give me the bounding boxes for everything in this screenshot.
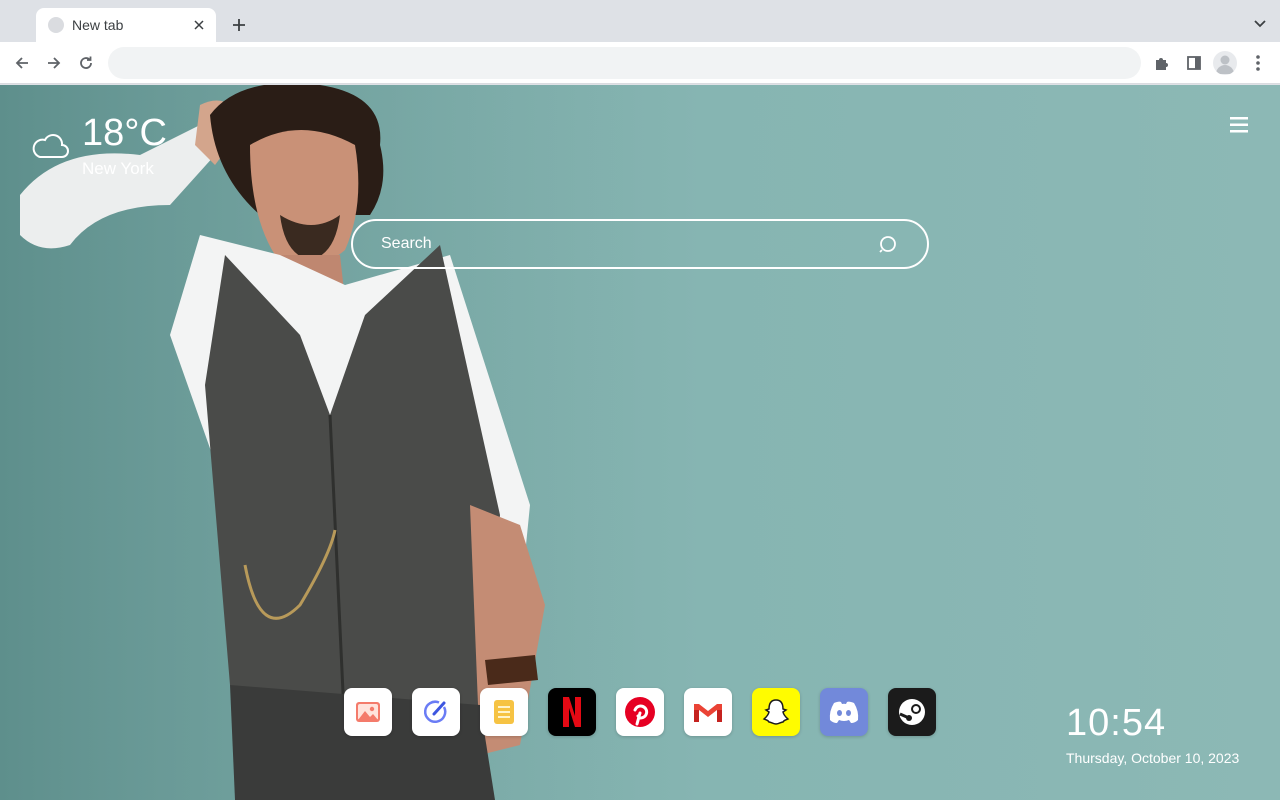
cloud-icon: [32, 134, 69, 158]
gmail-icon: [694, 704, 722, 722]
steam-app-button[interactable]: [888, 688, 936, 736]
back-arrow-icon[interactable]: [10, 51, 34, 75]
notes-icon: [494, 700, 514, 724]
tab-favicon-icon: [48, 17, 64, 33]
extensions-puzzle-icon[interactable]: [1150, 51, 1174, 75]
pinterest-icon: [625, 697, 655, 727]
tab-title: New tab: [72, 17, 124, 33]
clock-widget: 10:54 Thursday, October 10, 2023: [1066, 702, 1239, 766]
gmail-app-button[interactable]: [684, 688, 732, 736]
tasks-app-button[interactable]: [412, 688, 460, 736]
photos-icon: [356, 702, 380, 722]
photos-app-button[interactable]: [344, 688, 392, 736]
tasks-icon: [423, 700, 447, 723]
forward-arrow-icon[interactable]: [42, 51, 66, 75]
snapchat-icon: [762, 699, 790, 725]
app-dock: [344, 688, 936, 736]
netflix-app-button[interactable]: [548, 688, 596, 736]
browser-toolbar: [0, 42, 1280, 84]
hamburger-menu-icon[interactable]: [1228, 115, 1250, 135]
search-box: [351, 219, 929, 269]
discord-icon: [829, 701, 859, 723]
search-input[interactable]: [381, 221, 861, 267]
clock-date: Thursday, October 10, 2023: [1066, 750, 1240, 766]
profile-avatar-icon[interactable]: [1213, 51, 1237, 75]
tab-new-tab[interactable]: New tab: [36, 8, 216, 42]
netflix-icon: [563, 697, 581, 727]
new-tab-button[interactable]: [228, 14, 250, 36]
tab-strip: New tab: [0, 0, 1280, 42]
discord-app-button[interactable]: [820, 688, 868, 736]
steam-icon: [899, 699, 925, 725]
address-bar-input[interactable]: [108, 47, 1141, 79]
search-icon[interactable]: [879, 235, 897, 253]
close-icon[interactable]: [190, 16, 208, 34]
clock-time: 10:54: [1066, 702, 1167, 744]
pinterest-app-button[interactable]: [616, 688, 664, 736]
snapchat-app-button[interactable]: [752, 688, 800, 736]
new-tab-page: 18°C New York Search 10:54 Thursday, Oct…: [0, 85, 1280, 800]
more-vertical-icon[interactable]: [1246, 51, 1270, 75]
notes-app-button[interactable]: [480, 688, 528, 736]
reload-icon[interactable]: [74, 51, 98, 75]
chevron-down-icon[interactable]: [1252, 16, 1268, 32]
city-label: New York: [82, 159, 154, 178]
side-panel-icon[interactable]: [1182, 51, 1206, 75]
temperature-label: 18°C: [82, 112, 167, 154]
